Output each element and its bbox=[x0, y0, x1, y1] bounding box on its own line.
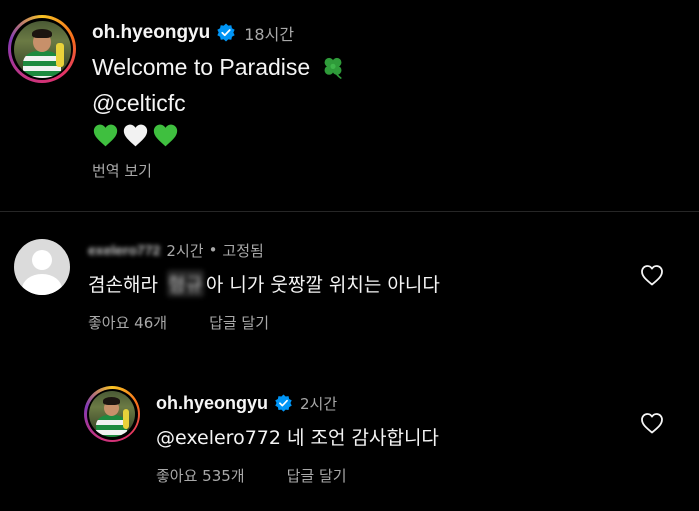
avatar-scarf bbox=[55, 42, 64, 67]
comment-item: exelero772 2시간 • 고정됨 겸손해라 형규 아 니가 웃짱깔 위치… bbox=[0, 222, 699, 342]
caption-line-1: Welcome to Paradise bbox=[92, 52, 346, 82]
caption-timestamp: 18시간 bbox=[244, 25, 295, 44]
avatar-border bbox=[11, 18, 73, 80]
blurred-username[interactable]: exelero772 bbox=[88, 242, 160, 258]
separator-dot: • bbox=[208, 241, 218, 259]
green-heart-icon bbox=[92, 123, 119, 148]
default-avatar-icon[interactable] bbox=[14, 239, 70, 295]
caption-line-2: @celticfc bbox=[92, 88, 186, 118]
comment-text: 겸손해라 형규 아 니가 웃짱깔 위치는 아니다 bbox=[88, 269, 440, 297]
avatar-head-shape bbox=[32, 250, 52, 270]
avatar-hair bbox=[103, 397, 120, 405]
avatar-photo bbox=[13, 20, 71, 78]
comment-text-start: 겸손해라 bbox=[88, 273, 158, 296]
like-heart-icon[interactable] bbox=[640, 412, 664, 434]
reply-button[interactable]: 답글 달기 bbox=[287, 465, 347, 486]
caption-hearts bbox=[92, 120, 182, 150]
white-heart-icon bbox=[122, 123, 149, 148]
reply-button[interactable]: 답글 달기 bbox=[209, 312, 269, 333]
verified-badge-icon bbox=[274, 393, 293, 413]
reply-actions: 좋아요 535개 답글 달기 bbox=[156, 464, 347, 486]
pinned-label: 고정됨 bbox=[222, 241, 264, 260]
avatar-photo bbox=[89, 391, 135, 437]
reply-text: @exelero772 네 조언 감사합니다 bbox=[156, 426, 439, 449]
caption-mention[interactable]: @celticfc bbox=[92, 90, 186, 117]
caption-author-avatar[interactable] bbox=[8, 15, 76, 83]
avatar-hair bbox=[31, 28, 52, 38]
likes-count[interactable]: 좋아요 46개 bbox=[88, 312, 167, 333]
caption-text-line-1: Welcome to Paradise bbox=[92, 53, 311, 80]
verified-badge-icon bbox=[216, 23, 236, 43]
avatar-shirt bbox=[22, 50, 61, 78]
comment-header: exelero772 2시간 • 고정됨 bbox=[88, 239, 264, 261]
post-caption: oh.hyeongyu 18시간 Welcome to Paradise @ce… bbox=[0, 0, 699, 210]
caption-author-row: oh.hyeongyu 18시간 bbox=[92, 20, 294, 46]
comment-actions: 좋아요 46개 답글 달기 bbox=[88, 311, 269, 333]
comment-text-end: 아 니가 웃짱깔 위치는 아니다 bbox=[205, 273, 440, 296]
reply-username[interactable]: oh.hyeongyu bbox=[156, 393, 268, 414]
reply-author-row: oh.hyeongyu 2시간 bbox=[156, 391, 337, 415]
see-translation-link[interactable]: 번역 보기 bbox=[92, 160, 152, 184]
reply-author-avatar[interactable] bbox=[84, 386, 140, 442]
blurred-name: 형규 bbox=[166, 269, 204, 297]
instagram-comments-screen: oh.hyeongyu 18시간 Welcome to Paradise @ce… bbox=[0, 0, 699, 511]
caption-divider bbox=[0, 211, 699, 212]
like-heart-icon[interactable] bbox=[640, 264, 664, 286]
green-heart-icon bbox=[152, 123, 179, 148]
avatar-border bbox=[86, 388, 138, 440]
reply-timestamp: 2시간 bbox=[300, 394, 338, 413]
avatar-body-shape bbox=[22, 274, 62, 295]
likes-count[interactable]: 좋아요 535개 bbox=[156, 465, 245, 486]
comment-timestamp: 2시간 bbox=[166, 241, 204, 260]
caption-username[interactable]: oh.hyeongyu bbox=[92, 22, 210, 44]
four-leaf-clover-icon bbox=[320, 54, 346, 80]
reply-item: oh.hyeongyu 2시간 @exelero772 네 조언 감사합니다 좋… bbox=[0, 380, 699, 500]
avatar-scarf bbox=[123, 409, 129, 429]
